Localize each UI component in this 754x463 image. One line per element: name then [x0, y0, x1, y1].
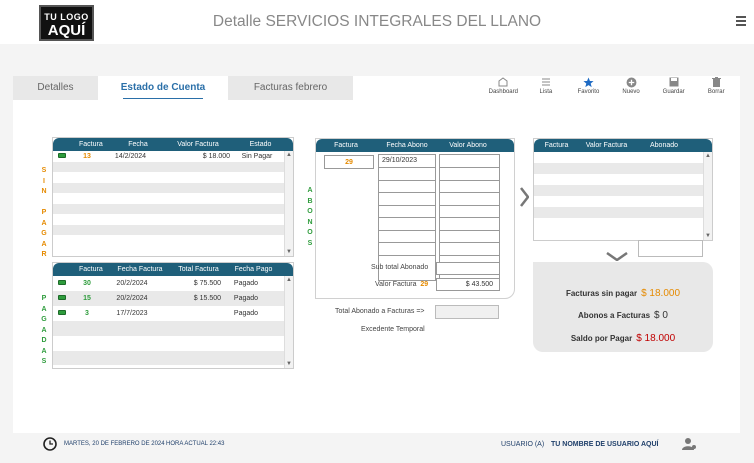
fecha-abono-cell[interactable] [379, 193, 435, 206]
current-time: HORA ACTUAL 22:43 [166, 441, 225, 447]
clock-icon [43, 437, 57, 453]
subtotal-field[interactable] [436, 262, 500, 275]
list-button[interactable]: Lista [525, 72, 568, 100]
table-row [53, 235, 293, 246]
user-icon[interactable] [681, 437, 697, 453]
dashboard-button[interactable]: Dashboard [482, 72, 525, 100]
table-row [534, 218, 712, 229]
valor-abono-cell[interactable] [440, 155, 499, 168]
table-row [534, 207, 712, 218]
footer: MARTES, 20 DE FEBRERO DE 2024 HORA ACTUA… [0, 436, 754, 463]
facturas-abonado-table: Factura Valor Factura Abonado ▲ ▼ [533, 138, 713, 241]
table-row[interactable]: 30 20/2/2024 $ 75.500 Pagado [53, 276, 293, 291]
pagadas-vertical-label: PAGADAS [41, 295, 47, 365]
trash-icon [695, 75, 738, 89]
table-row [53, 161, 293, 172]
abonos-vertical-label: ABONOS [307, 187, 313, 247]
save-button[interactable]: Guardar [652, 72, 695, 100]
saldo-summary: Saldo por Pagar $ 18.000 [570, 333, 676, 344]
user-name: TU NOMBRE DE USUARIO AQUÍ [551, 441, 659, 448]
fecha-abono-column: 29/10/2023 [378, 154, 436, 281]
valor-abono-cell[interactable] [440, 218, 499, 231]
invoice-icon[interactable] [58, 152, 66, 158]
summary-panel: Facturas sin pagar $ 18.000 Abonos a Fact… [533, 262, 713, 352]
table-header: Factura Valor Factura Abonado [534, 139, 712, 152]
plus-circle-icon [610, 75, 653, 89]
table-header: Factura Fecha Abono Valor Abono [316, 139, 514, 152]
fecha-abono-cell[interactable]: 29/10/2023 [379, 155, 435, 168]
table-header: Factura Fecha Factura Total Factura Fech… [53, 263, 293, 276]
subtotal-label: Sub total Abonado [371, 264, 429, 271]
fecha-abono-cell[interactable] [379, 168, 435, 181]
table-row [534, 174, 712, 185]
abonado-total-field[interactable] [638, 240, 703, 257]
tab-estado-de-cuenta[interactable]: Estado de Cuenta [98, 76, 228, 100]
table-row[interactable]: 15 20/2/2024 $ 15.500 Pagado [53, 291, 293, 306]
valor-abono-cell[interactable] [440, 193, 499, 206]
current-date: MARTES, 20 DE FEBRERO DE 2024 [64, 441, 165, 447]
table-row[interactable]: 3 17/7/2023 Pagado [53, 306, 293, 321]
sin-pagar-vertical-label: SIN PAGAR [41, 167, 47, 258]
valor-abono-cell[interactable] [440, 231, 499, 243]
fecha-abono-cell[interactable] [379, 206, 435, 218]
list-icon [525, 75, 568, 89]
total-abonado-label: Total Abonado a Facturas => [335, 308, 425, 315]
scrollbar[interactable]: ▲ ▼ [284, 151, 293, 256]
table-row [53, 224, 293, 235]
valor-abono-cell[interactable] [440, 181, 499, 193]
table-row [53, 203, 293, 214]
valor-abono-cell[interactable] [440, 206, 499, 218]
fecha-abono-cell[interactable] [379, 243, 435, 256]
invoice-icon[interactable] [58, 295, 66, 300]
page-title: Detalle SERVICIOS INTEGRALES DEL LLANO [212, 13, 542, 30]
table-header: Factura Fecha Valor Factura Estado [53, 138, 293, 151]
scrollbar[interactable]: ▲ ▼ [284, 276, 293, 368]
pagadas-table: Factura Fecha Factura Total Factura Fech… [52, 262, 294, 369]
favorite-button[interactable]: Favorito [567, 72, 610, 100]
table-row [53, 336, 293, 351]
table-row [534, 163, 712, 174]
table-row [53, 172, 293, 183]
chevron-right-icon[interactable] [520, 187, 530, 212]
table-row [53, 321, 293, 336]
valor-factura-field[interactable]: $ 43.500 [436, 278, 500, 291]
new-button[interactable]: Nuevo [610, 72, 653, 100]
fecha-abono-cell[interactable] [379, 231, 435, 243]
user-prefix: USUARIO (A) [501, 441, 545, 448]
save-icon [652, 75, 695, 89]
excedente-label: Excedente Temporal [361, 326, 425, 333]
hamburger-menu-icon[interactable] [736, 16, 746, 26]
table-row [53, 182, 293, 193]
abonos-panel: Factura Fecha Abono Valor Abono 29 29/10… [315, 138, 515, 299]
scrollbar[interactable]: ▲ ▼ [703, 152, 712, 240]
app-header: TU LOGO AQUÍ Detalle SERVICIOS INTEGRALE… [0, 0, 754, 44]
table-row [53, 214, 293, 225]
valor-abono-cell[interactable] [440, 243, 499, 256]
facturas-sin-pagar-summary: Facturas sin pagar $ 18.000 [565, 288, 681, 299]
table-row [53, 351, 293, 365]
tab-facturas-febrero[interactable]: Facturas febrero [228, 76, 353, 100]
valor-factura-label: Valor Factura 29 [375, 281, 429, 288]
fecha-abono-cell[interactable] [379, 181, 435, 193]
tab-detalles[interactable]: Detalles [13, 76, 98, 100]
table-row [53, 193, 293, 204]
star-icon [567, 75, 610, 89]
table-row [534, 185, 712, 196]
abonos-summary: Abonos a Facturas $ 0 [578, 310, 668, 321]
table-row [534, 152, 712, 163]
toolbar: Dashboard Lista Favorito Nuevo Guardar B… [482, 72, 738, 100]
invoice-icon[interactable] [58, 280, 66, 285]
table-row [534, 196, 712, 207]
sin-pagar-table: Factura Fecha Valor Factura Estado 13 14… [52, 137, 294, 257]
table-row[interactable]: 13 14/2/2024 $ 18.000 Sin Pagar [53, 151, 293, 162]
invoice-icon[interactable] [58, 310, 66, 315]
dashboard-icon [482, 75, 525, 89]
total-abonado-field[interactable] [435, 305, 499, 319]
abono-factura-field[interactable]: 29 [324, 155, 374, 169]
fecha-abono-cell[interactable] [379, 218, 435, 231]
valor-abono-cell[interactable] [440, 168, 499, 181]
delete-button[interactable]: Borrar [695, 72, 738, 100]
